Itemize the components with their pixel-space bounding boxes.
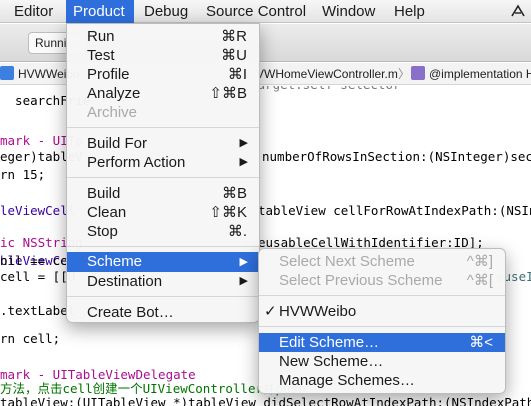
code-line: cell = [[U (0, 269, 76, 284)
submenu-arrow-icon: ▶ (239, 137, 248, 149)
submenu-arrow-icon: ▶ (239, 256, 248, 268)
menu-item-scheme[interactable]: Scheme ▶ (67, 252, 259, 272)
menu-bar: Editor Product Debug Source Control Wind… (0, 0, 531, 23)
jumpbar-symbol[interactable]: @implementation H (411, 63, 531, 85)
status-menu-icon[interactable] (509, 2, 527, 20)
menu-separator (259, 326, 505, 327)
jumpbar-symbol-label: @implementation H (429, 67, 531, 81)
class-icon (411, 66, 425, 80)
product-menu: Run ⌘R Test ⌘U Profile ⌘I Analyze ⇧⌘B Archiv… (66, 23, 260, 323)
menu-separator (67, 127, 259, 128)
submenu-arrow-icon: ▶ (239, 275, 248, 287)
submenu-arrow-icon: ▶ (239, 156, 248, 168)
menu-item-select-next-scheme: Select Next Scheme ^⌘] (279, 253, 493, 270)
menu-item-test[interactable]: Test ⌘U (67, 46, 259, 65)
code-line: leViewCell (0, 203, 76, 218)
menu-item-perform-action[interactable]: Perform Action ▶ (67, 153, 259, 172)
project-icon (0, 66, 14, 80)
menu-item-stop[interactable]: Stop ⌘. (67, 222, 259, 241)
chevron-right-icon: 〉 (398, 67, 411, 81)
menu-item-archive: Archive (87, 104, 138, 121)
menu-item-build-for[interactable]: Build For ▶ (67, 134, 259, 153)
menu-source-control[interactable]: Source Control (206, 0, 306, 23)
code-line: .textLabel (0, 303, 76, 318)
menu-item-select-previous-scheme: Select Previous Scheme ^⌘[ (279, 272, 493, 289)
menu-item-destination[interactable]: Destination ▶ (67, 272, 259, 291)
code-fragment: numberOfRowsInSection:(NSInteger)section (262, 149, 531, 164)
menu-editor[interactable]: Editor (14, 0, 53, 23)
menu-item-new-scheme[interactable]: New Scheme… (259, 352, 505, 371)
menu-help[interactable]: Help (394, 0, 425, 23)
menu-item-run[interactable]: Run ⌘R (67, 27, 259, 46)
menu-separator (67, 296, 259, 297)
menu-item-manage-schemes[interactable]: Manage Schemes… (259, 371, 505, 390)
code-line: tableView:(UITableView *)tableView didSe… (0, 395, 531, 406)
jumpbar-file-label: VWHomeViewController.m (256, 67, 398, 81)
menu-separator (67, 177, 259, 178)
checkmark-icon: ✓ (264, 303, 277, 320)
menu-item-build[interactable]: Build ⌘B (67, 184, 259, 203)
menu-item-edit-scheme[interactable]: Edit Scheme… ⌘< (259, 333, 505, 352)
menu-product[interactable]: Product (66, 0, 134, 23)
jumpbar-file[interactable]: VWHomeViewController.m (256, 63, 398, 85)
menu-separator (259, 295, 505, 296)
code-fragment: tableView cellForRowAtIndexPath:(NSIndex… (258, 203, 531, 218)
menu-item-create-bot[interactable]: Create Bot… (67, 303, 259, 322)
menu-item-scheme-hvwweibo[interactable]: ✓ HVWWeibo (259, 302, 505, 321)
menu-item-profile[interactable]: Profile ⌘I (67, 65, 259, 84)
menu-window[interactable]: Window (322, 0, 375, 23)
menu-separator (67, 246, 259, 247)
code-line: rn 15; (0, 167, 46, 182)
code-line: rn cell; (0, 331, 61, 346)
menu-item-clean[interactable]: Clean ⇧⌘K (67, 203, 259, 222)
menu-debug[interactable]: Debug (144, 0, 188, 23)
scheme-submenu: Select Next Scheme ^⌘] Select Previous Sc… (258, 248, 506, 394)
menu-item-analyze[interactable]: Analyze ⇧⌘B (67, 84, 259, 103)
code-fragment: target:self selector (250, 86, 401, 94)
